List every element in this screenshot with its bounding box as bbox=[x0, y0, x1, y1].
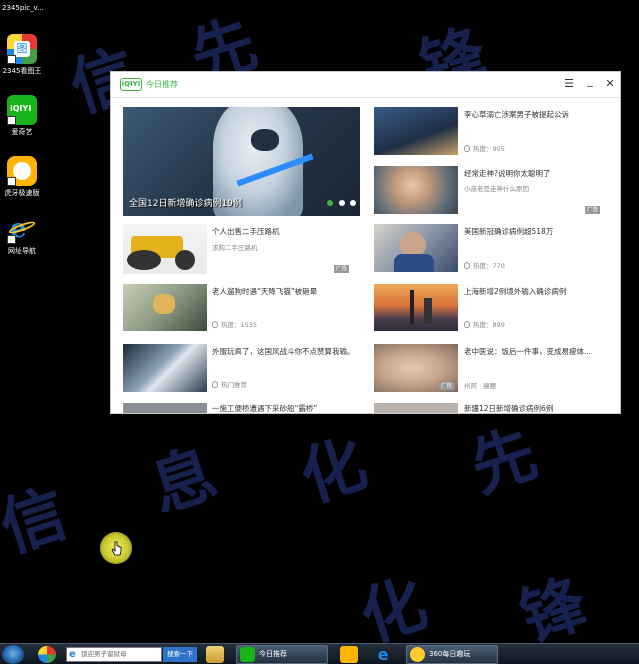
news-thumbnail bbox=[374, 224, 458, 272]
news-meta: 求购二手压路机 bbox=[212, 244, 258, 252]
window-title: 今日推荐 bbox=[146, 80, 178, 89]
huya-icon[interactable] bbox=[340, 646, 358, 663]
carousel-dot[interactable] bbox=[350, 200, 356, 206]
huya-icon bbox=[7, 156, 37, 186]
news-item[interactable]: 一施工便桥遭遇下采砂船“霸桥” bbox=[123, 403, 360, 413]
iqiyi-icon: iQIYI bbox=[7, 95, 37, 125]
flame-icon bbox=[464, 262, 470, 269]
image-viewer-icon: 图 bbox=[7, 34, 37, 64]
watermark: 信 bbox=[0, 475, 76, 567]
watermark: 化 bbox=[291, 425, 376, 517]
flame-icon bbox=[464, 145, 470, 152]
news-thumbnail bbox=[374, 403, 458, 413]
news-item[interactable]: 美国新冠确诊病例超518万 热度：770 bbox=[374, 224, 614, 274]
search-input[interactable]: e 锁迎男子留狱母 bbox=[66, 647, 162, 662]
news-meta: 热度：899 bbox=[464, 319, 505, 329]
minimize-button[interactable]: _ bbox=[582, 73, 598, 89]
news-item[interactable]: 老中医说：饭后一件事，变成易瘦体... 州阿 · 瘦腰 广告 bbox=[374, 344, 614, 394]
flame-icon bbox=[464, 321, 470, 328]
news-item[interactable]: 上海新增2例境外输入确诊病例 热度：899 bbox=[374, 284, 614, 332]
news-meta: 热度：1535 bbox=[212, 319, 257, 329]
file-explorer-icon[interactable] bbox=[206, 646, 224, 663]
news-title: 经常走神?说明你太聪明了 bbox=[464, 169, 551, 178]
news-thumbnail bbox=[123, 284, 207, 331]
news-title: 新疆12日新增确诊病例6例 bbox=[464, 404, 554, 413]
search-button[interactable]: 搜索一下 bbox=[163, 647, 197, 662]
close-button[interactable]: ✕ bbox=[602, 76, 618, 92]
flame-icon bbox=[212, 321, 218, 328]
news-item[interactable]: 新疆12日新增确诊病例6例 bbox=[374, 403, 614, 413]
news-item[interactable]: 个人出售二手压路机 求购二手压路机 广告 bbox=[123, 224, 360, 276]
ie-icon[interactable]: e bbox=[374, 646, 392, 663]
desktop-file-label[interactable]: 2345pic_v... bbox=[2, 4, 44, 12]
news-title: 个人出售二手压路机 bbox=[212, 227, 280, 236]
news-window: iQIYI 今日推荐 ☰ _ ✕ 全国12日新增确诊病例19例 李心草溺亡涉案男… bbox=[110, 71, 621, 414]
news-title: 一施工便桥遭遇下采砂船“霸桥” bbox=[212, 404, 318, 413]
news-item[interactable]: 经常走神?说明你太聪明了 小孩老是走神什么原因 广告 bbox=[374, 166, 620, 216]
news-meta: 热度：905 bbox=[464, 143, 505, 153]
menu-icon[interactable]: ☰ bbox=[561, 76, 577, 92]
desktop-icon-ie[interactable]: e 网址导航 bbox=[0, 214, 44, 256]
360-browser-icon[interactable] bbox=[38, 646, 56, 663]
desktop-icon-2345viewer[interactable]: 图 2345看图王 bbox=[0, 34, 44, 76]
cursor-highlight bbox=[100, 532, 132, 564]
taskbar: e 锁迎男子留狱母 搜索一下 今日推荐 e 360每日趣玩 bbox=[0, 643, 639, 664]
desktop: 信 先 锋 信 息 化 先 锋 化 2345pic_v... 图 2345看图王… bbox=[0, 0, 639, 664]
news-item[interactable]: 外服玩疯了，这国风战斗你不点赞算我输。 热门推荐 bbox=[123, 344, 360, 394]
news-meta: 小孩老是走神什么原因 bbox=[464, 185, 529, 193]
news-thumbnail bbox=[123, 344, 207, 392]
hand-cursor-icon bbox=[111, 541, 122, 556]
news-title: 美国新冠确诊病例超518万 bbox=[464, 227, 554, 236]
carousel-dot[interactable] bbox=[339, 200, 345, 206]
ie-icon: e bbox=[69, 649, 76, 660]
news-thumbnail bbox=[374, 284, 458, 331]
news-thumbnail bbox=[374, 107, 458, 155]
news-meta: 热度：770 bbox=[464, 260, 505, 270]
taskbar-task-360-daily[interactable]: 360每日趣玩 bbox=[406, 645, 498, 664]
watermark: 息 bbox=[141, 435, 226, 527]
news-meta: 州阿 · 瘦腰 bbox=[464, 382, 497, 390]
ad-badge: 广告 bbox=[334, 265, 350, 273]
news-title: 老人遛狗时遇“天降飞猫”被砸晕 bbox=[212, 287, 318, 296]
carousel-dot[interactable] bbox=[327, 200, 333, 206]
360-fun-icon bbox=[410, 647, 425, 662]
watermark: 先 bbox=[461, 415, 546, 507]
news-title: 老中医说：饭后一件事，变成易瘦体... bbox=[464, 347, 592, 356]
news-title: 上海新增2例境外输入确诊病例 bbox=[464, 287, 567, 296]
start-button[interactable] bbox=[2, 645, 24, 664]
taskbar-task-today-recommend[interactable]: 今日推荐 bbox=[236, 645, 328, 664]
window-titlebar[interactable]: iQIYI 今日推荐 ☰ _ ✕ bbox=[111, 72, 620, 98]
flame-icon bbox=[212, 381, 218, 388]
iqiyi-logo-icon: iQIYI bbox=[120, 78, 142, 91]
news-meta: 热门推荐 bbox=[212, 379, 247, 389]
hero-banner[interactable]: 全国12日新增确诊病例19例 bbox=[123, 107, 360, 216]
news-title: 李心草溺亡涉案男子被提起公诉 bbox=[464, 110, 569, 119]
news-thumbnail bbox=[374, 166, 458, 214]
news-title: 外服玩疯了，这国风战斗你不点赞算我输。 bbox=[212, 347, 355, 356]
news-item[interactable]: 老人遛狗时遇“天降飞猫”被砸晕 热度：1535 bbox=[123, 284, 360, 332]
iqiyi-icon bbox=[240, 647, 255, 662]
ad-badge: 广告 bbox=[585, 206, 601, 214]
desktop-icon-huya[interactable]: 虎牙极速版 bbox=[0, 156, 44, 198]
news-thumbnail bbox=[123, 403, 207, 413]
news-item[interactable]: 李心草溺亡涉案男子被提起公诉 热度：905 bbox=[374, 107, 614, 155]
ad-badge: 广告 bbox=[439, 382, 455, 390]
ie-icon: e bbox=[7, 214, 37, 244]
news-thumbnail bbox=[123, 224, 207, 274]
hero-caption: 全国12日新增确诊病例19例 bbox=[129, 199, 242, 209]
desktop-icon-iqiyi[interactable]: iQIYI 爱奇艺 bbox=[0, 95, 44, 137]
